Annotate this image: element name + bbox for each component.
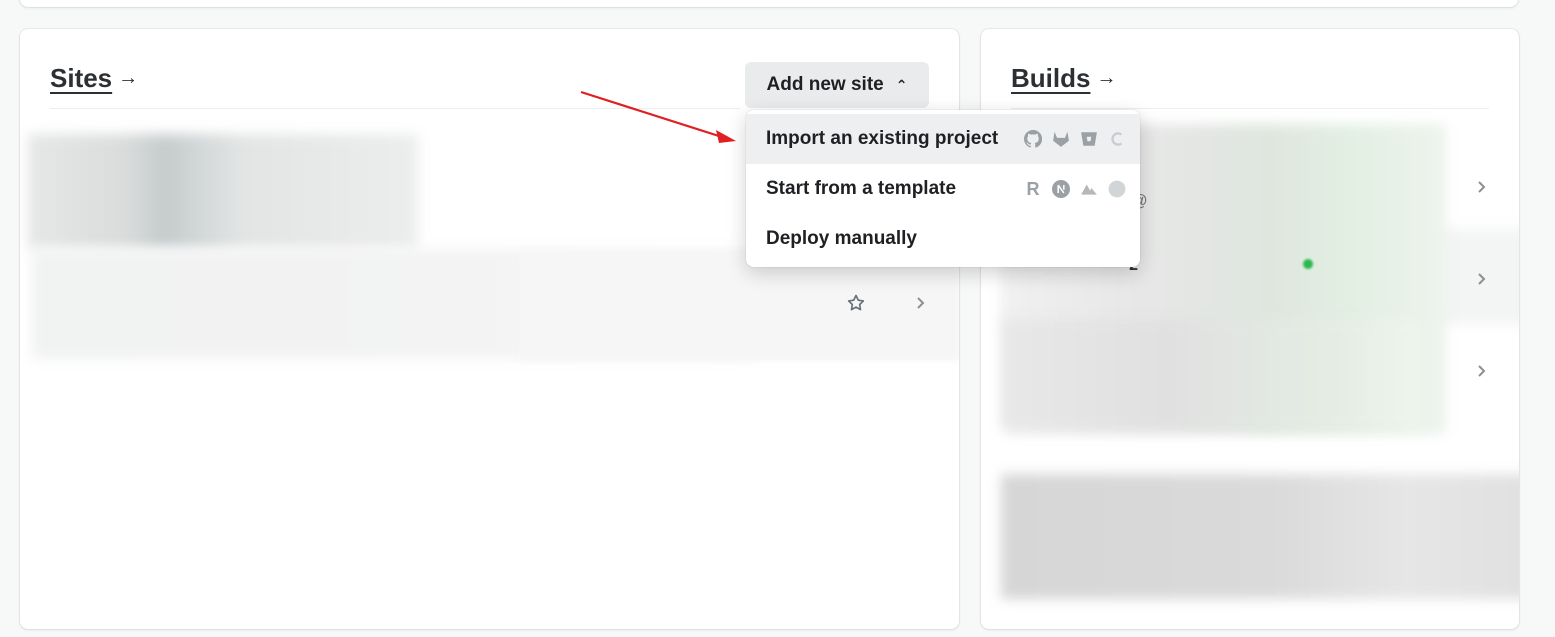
- chevron-up-icon: ⌃: [895, 76, 908, 93]
- astro-icon: [1108, 180, 1126, 198]
- add-new-site-button[interactable]: Add new site ⌃: [745, 62, 929, 108]
- add-site-dropdown: Import an existing project Start from a …: [746, 110, 1140, 267]
- import-existing-project-item[interactable]: Import an existing project: [746, 114, 1140, 164]
- import-existing-project-label: Import an existing project: [766, 128, 999, 149]
- builds-link[interactable]: Builds: [1011, 63, 1090, 94]
- site-thumbnail-redacted: [28, 134, 418, 249]
- builds-heading: Builds →: [1011, 63, 1116, 94]
- chevron-right-icon[interactable]: [1475, 177, 1489, 203]
- bitbucket-icon: [1080, 130, 1098, 148]
- deploy-manually-item[interactable]: Deploy manually: [746, 214, 1140, 264]
- sites-heading: Sites →: [50, 63, 138, 94]
- gitlab-icon: [1052, 130, 1070, 148]
- git-provider-icons: [1024, 130, 1126, 148]
- github-icon: [1024, 130, 1042, 148]
- azure-devops-icon: [1108, 130, 1126, 148]
- builds-divider: [1011, 108, 1489, 109]
- add-new-site-label: Add new site: [766, 74, 884, 95]
- sites-divider: [50, 108, 740, 109]
- start-from-template-item[interactable]: Start from a template R: [746, 164, 1140, 214]
- chevron-right-icon[interactable]: [914, 293, 928, 319]
- sites-arrow-icon[interactable]: →: [118, 67, 138, 90]
- nuxt-icon: [1080, 180, 1098, 198]
- deploy-manually-label: Deploy manually: [766, 228, 917, 249]
- chevron-right-icon[interactable]: [1475, 269, 1489, 295]
- build-row-redacted: [1001, 319, 1421, 429]
- chevron-right-icon[interactable]: [1475, 361, 1489, 387]
- top-card: [20, 0, 1518, 7]
- start-from-template-label: Start from a template: [766, 178, 957, 199]
- nextjs-icon: [1052, 180, 1070, 198]
- build-footer-redacted: [1001, 474, 1519, 599]
- star-icon[interactable]: [846, 293, 866, 319]
- status-dot: [1303, 259, 1313, 269]
- builds-arrow-icon[interactable]: →: [1096, 67, 1116, 90]
- framework-icons: R: [1024, 178, 1126, 199]
- site-row-bg: [520, 251, 959, 361]
- remix-icon: R: [1026, 178, 1040, 199]
- sites-link[interactable]: Sites: [50, 63, 112, 94]
